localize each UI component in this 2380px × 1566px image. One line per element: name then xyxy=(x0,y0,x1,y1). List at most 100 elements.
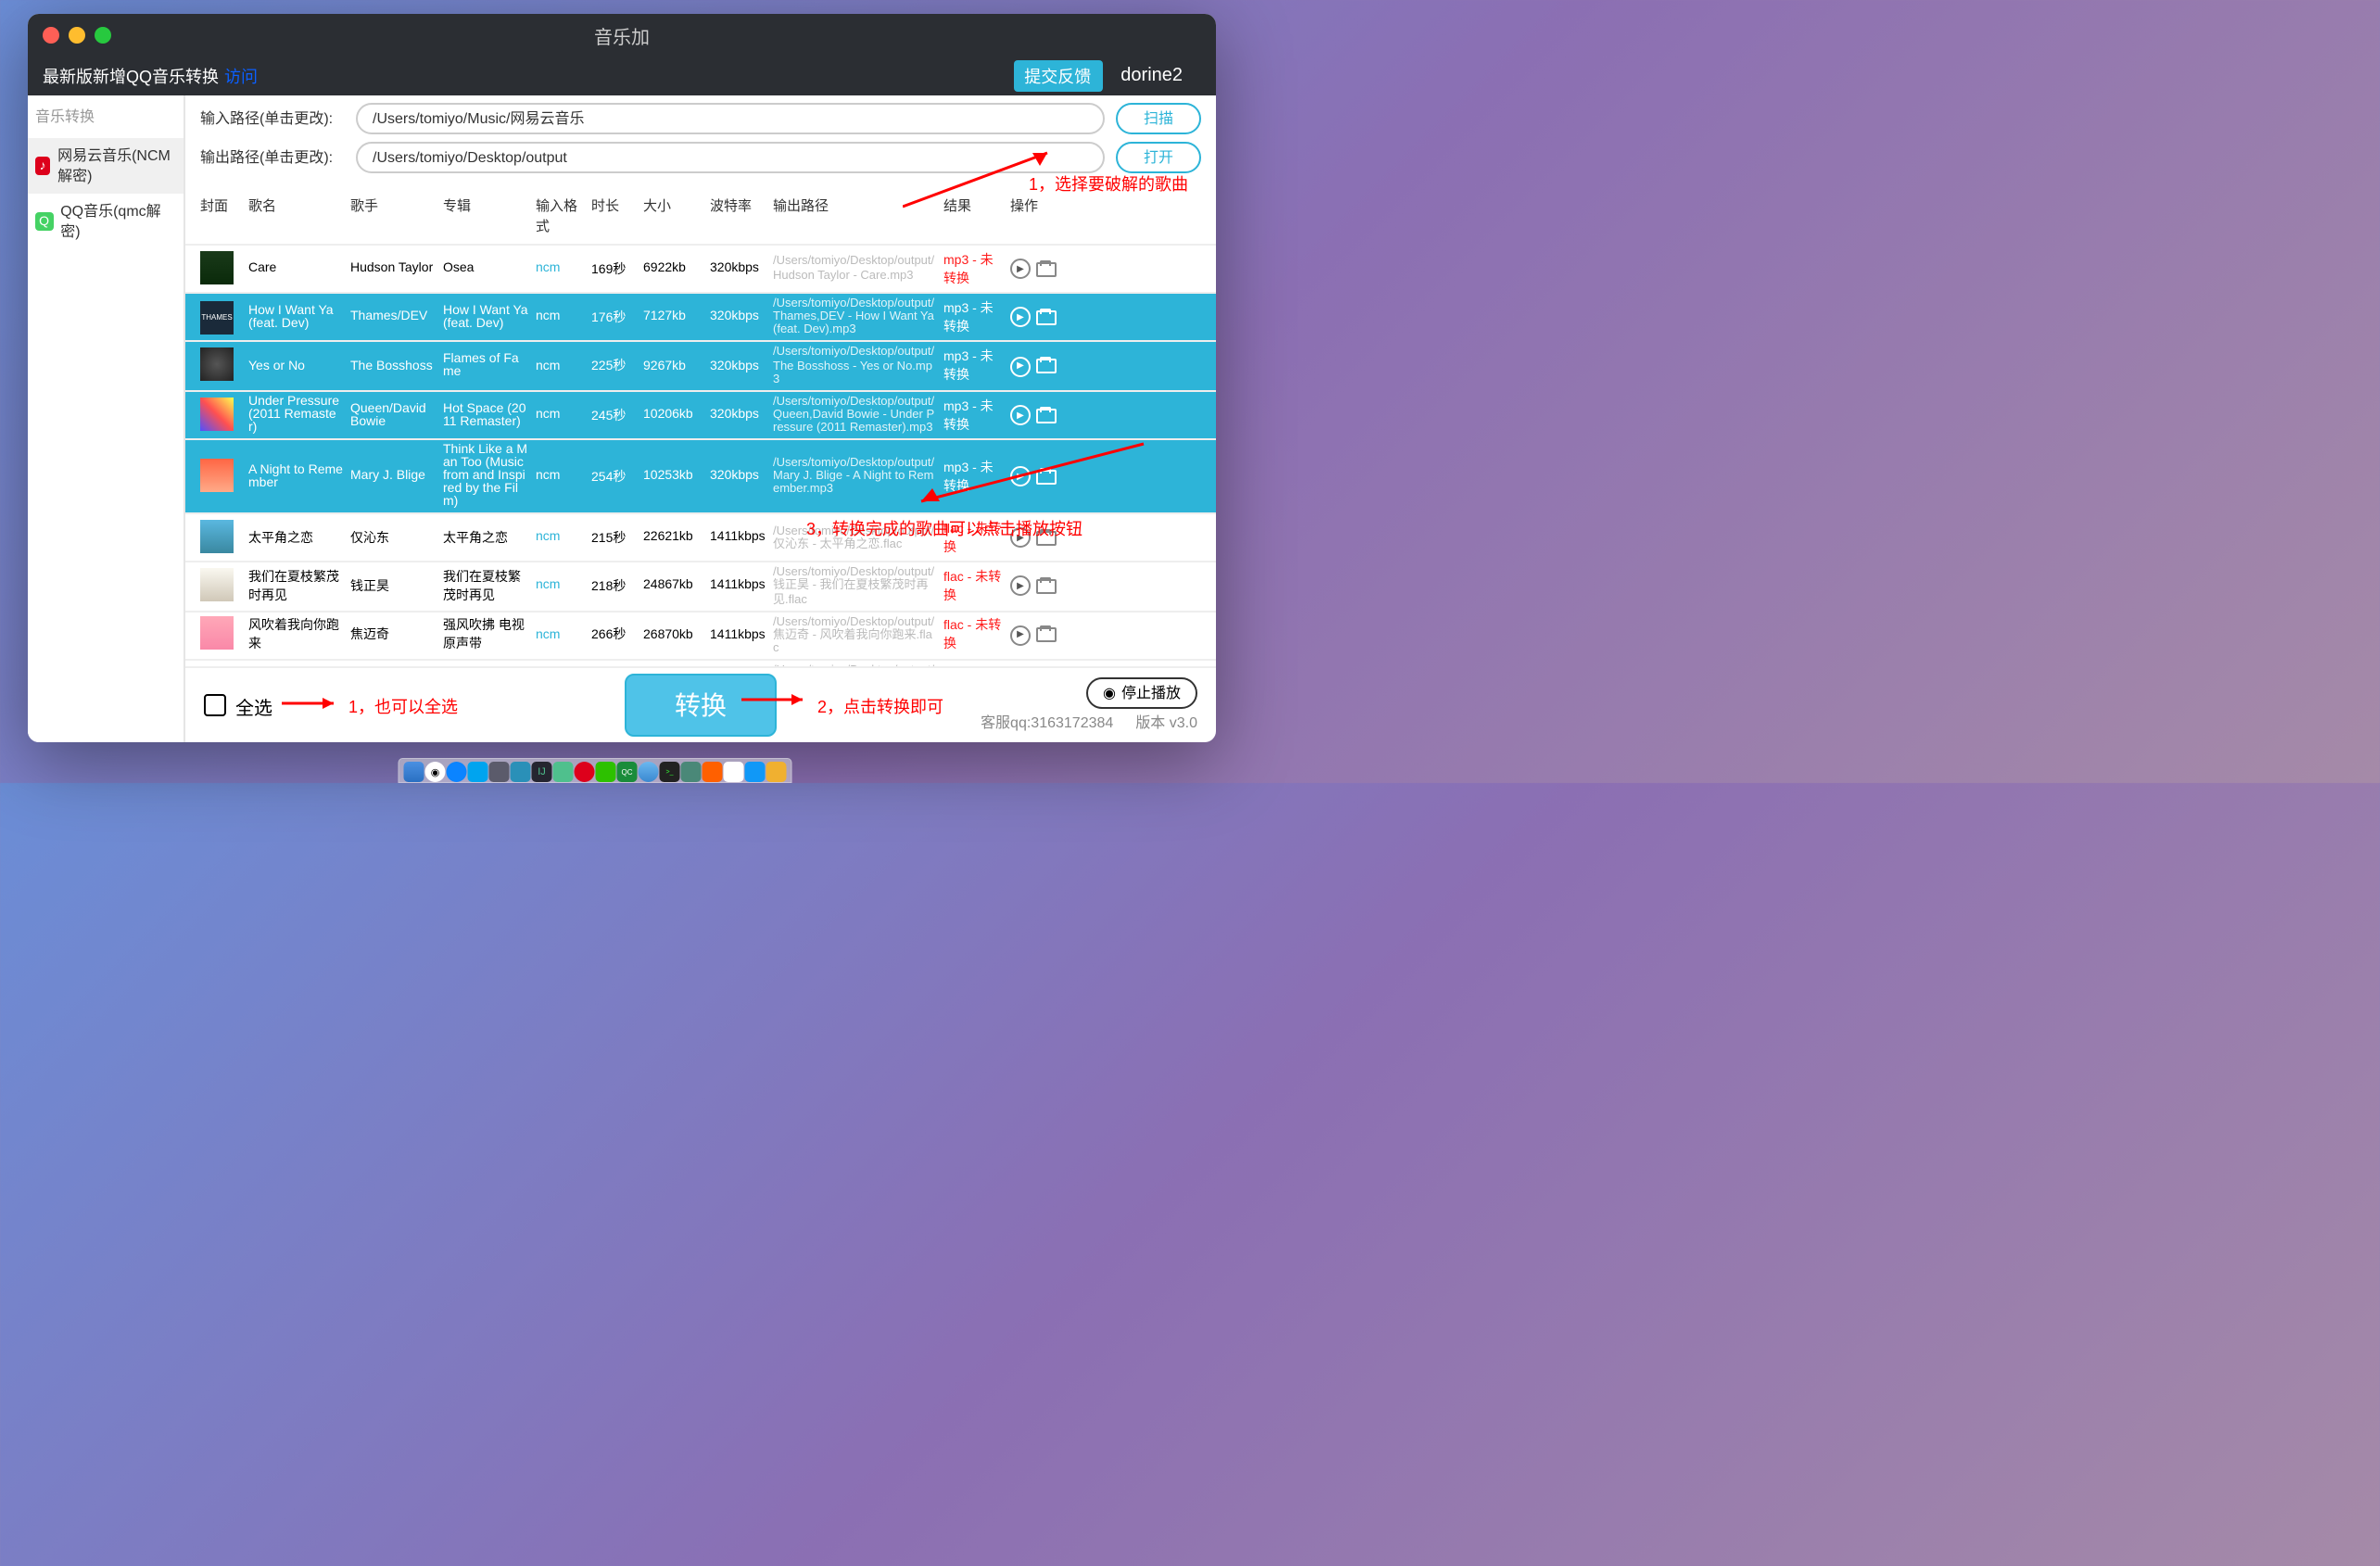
table-body[interactable]: Care Hudson Taylor Osea ncm 169秒 6922kb … xyxy=(185,246,1216,666)
cell-format: ncm xyxy=(532,629,588,642)
play-icon[interactable]: ▶ xyxy=(1010,625,1031,646)
sidebar-item-netease[interactable]: ♪ 网易云音乐(NCM解密) xyxy=(28,138,184,194)
netease-icon: ♪ xyxy=(35,157,50,175)
dock-app-icon[interactable] xyxy=(447,762,467,782)
dock-terminal-icon[interactable]: >_ xyxy=(660,762,680,782)
cell-bitrate: 1411kbps xyxy=(706,580,769,593)
table-row[interactable]: 风吹着我向你跑来 焦迈奇 强风吹拂 电视原声带 ncm 266秒 26870kb… xyxy=(185,612,1216,661)
table-row[interactable]: Under Pressure (2011 Remaster) Queen/Dav… xyxy=(185,392,1216,441)
open-folder-icon[interactable] xyxy=(1036,309,1057,324)
cell-result: flac - 未转换 xyxy=(940,520,1006,557)
cover-thumb: THAMES xyxy=(200,300,234,334)
cell-bitrate: 320kbps xyxy=(706,471,769,484)
cell-album: 强风吹拂 电视原声带 xyxy=(439,617,532,654)
dock-qc-icon[interactable]: QC xyxy=(617,762,638,782)
input-path-field[interactable] xyxy=(356,103,1105,134)
col-outpath: 输出路径 xyxy=(769,196,940,236)
dock-netease-icon[interactable] xyxy=(575,762,595,782)
open-folder-icon[interactable] xyxy=(1036,470,1057,485)
table-header: 封面 歌名 歌手 专辑 输入格式 时长 大小 波特率 输出路径 结果 操作 xyxy=(185,188,1216,246)
cell-artist: 仅沁东 xyxy=(347,529,439,548)
dock-app3-icon[interactable] xyxy=(511,762,531,782)
cell-format: ncm xyxy=(532,532,588,545)
play-icon[interactable]: ▶ xyxy=(1010,576,1031,597)
dock-app5-icon[interactable] xyxy=(681,762,702,782)
open-folder-icon[interactable] xyxy=(1036,261,1057,276)
cell-album: 太平角之恋 xyxy=(439,529,532,548)
feedback-button[interactable]: 提交反馈 xyxy=(1013,59,1102,91)
output-path-field[interactable] xyxy=(356,142,1105,173)
cover-thumb xyxy=(200,617,234,650)
dock-app4-icon[interactable] xyxy=(553,762,574,782)
maximize-window-icon[interactable] xyxy=(95,26,111,43)
open-folder-icon[interactable] xyxy=(1036,531,1057,546)
scan-button[interactable]: 扫描 xyxy=(1116,103,1201,134)
dock-app2-icon[interactable] xyxy=(489,762,510,782)
app-window: 音乐加 最新版新增QQ音乐转换 访问 提交反馈 dorine2 音乐转换 ♪ 网… xyxy=(28,14,1216,742)
play-icon[interactable]: ▶ xyxy=(1010,356,1031,376)
input-path-label: 输入路径(单击更改): xyxy=(200,108,345,129)
play-icon[interactable]: ▶ xyxy=(1010,528,1031,549)
cell-bitrate: 320kbps xyxy=(706,409,769,422)
dock-wechat-icon[interactable] xyxy=(596,762,616,782)
sidebar-item-qq[interactable]: Q QQ音乐(qmc解密) xyxy=(28,194,184,249)
play-icon[interactable]: ▶ xyxy=(1010,405,1031,425)
dock-safari-icon[interactable] xyxy=(639,762,659,782)
table-row[interactable]: 太平角之恋 仅沁东 太平角之恋 ncm 215秒 22621kb 1411kbp… xyxy=(185,515,1216,563)
cover-thumb xyxy=(200,568,234,601)
stop-play-button[interactable]: ◉ 停止播放 xyxy=(1086,677,1197,709)
col-artist: 歌手 xyxy=(347,196,439,236)
select-all-label: 全选 xyxy=(235,691,272,719)
dock-app9-icon[interactable] xyxy=(766,762,787,782)
cell-duration: 245秒 xyxy=(588,406,639,424)
open-folder-icon[interactable] xyxy=(1036,579,1057,594)
play-icon[interactable]: ▶ xyxy=(1010,467,1031,487)
select-all-checkbox[interactable] xyxy=(204,694,226,716)
dock-intellij-icon[interactable]: IJ xyxy=(532,762,552,782)
cell-name: How I Want Ya (feat. Dev) xyxy=(245,304,347,330)
open-folder-icon[interactable] xyxy=(1036,359,1057,373)
cell-album: 我们在夏枝繁茂时再见 xyxy=(439,568,532,605)
col-album: 专辑 xyxy=(439,196,532,236)
cell-name: Care xyxy=(245,262,347,275)
dock-app7-icon[interactable] xyxy=(724,762,744,782)
dock-chrome-icon[interactable]: ◉ xyxy=(425,762,446,782)
username-label[interactable]: dorine2 xyxy=(1120,65,1201,85)
minimize-window-icon[interactable] xyxy=(69,26,85,43)
open-folder-icon[interactable] xyxy=(1036,408,1057,423)
table-row[interactable]: THAMES How I Want Ya (feat. Dev) Thames/… xyxy=(185,294,1216,343)
open-folder-icon[interactable] xyxy=(1036,628,1057,643)
play-icon[interactable]: ▶ xyxy=(1010,307,1031,327)
stop-icon: ◉ xyxy=(1103,685,1116,701)
table-row[interactable]: Care Hudson Taylor Osea ncm 169秒 6922kb … xyxy=(185,246,1216,294)
cell-bitrate: 1411kbps xyxy=(706,532,769,545)
cell-artist: Queen/David Bowie xyxy=(347,402,439,428)
cell-album: Osea xyxy=(439,262,532,275)
dock[interactable]: ◉ IJ QC >_ xyxy=(399,758,792,783)
cell-size: 9267kb xyxy=(639,360,706,373)
cell-format: ncm xyxy=(532,409,588,422)
version-label: 版本 v3.0 xyxy=(1135,713,1197,733)
cover-thumb xyxy=(200,459,234,492)
table-row[interactable]: Yes or No The Bosshoss Flames of Fame nc… xyxy=(185,343,1216,392)
open-button[interactable]: 打开 xyxy=(1116,142,1201,173)
cell-bitrate: 320kbps xyxy=(706,360,769,373)
cell-format: ncm xyxy=(532,471,588,484)
cell-outpath: /Users/tomiyo/Desktop/output/Hudson Tayl… xyxy=(769,256,940,283)
close-window-icon[interactable] xyxy=(43,26,59,43)
dock-app6-icon[interactable] xyxy=(703,762,723,782)
dock-app8-icon[interactable] xyxy=(745,762,766,782)
dock-finder-icon[interactable] xyxy=(404,762,424,782)
cell-album: Flames of Fame xyxy=(439,353,532,379)
visit-link[interactable]: 访问 xyxy=(224,63,258,87)
col-cover: 封面 xyxy=(196,196,245,236)
table-row[interactable]: A Night to Remember Mary J. Blige Think … xyxy=(185,441,1216,515)
cell-outpath: /Users/tomiyo/Desktop/output/Queen,David… xyxy=(769,396,940,436)
titlebar[interactable]: 音乐加 xyxy=(28,14,1216,55)
cell-bitrate: 1411kbps xyxy=(706,629,769,642)
cell-size: 10206kb xyxy=(639,409,706,422)
dock-windows-icon[interactable] xyxy=(468,762,488,782)
convert-button[interactable]: 转换 xyxy=(625,674,777,737)
table-row[interactable]: 我们在夏枝繁茂时再见 钱正昊 我们在夏枝繁茂时再见 ncm 218秒 24867… xyxy=(185,563,1216,613)
play-icon[interactable]: ▶ xyxy=(1010,259,1031,279)
